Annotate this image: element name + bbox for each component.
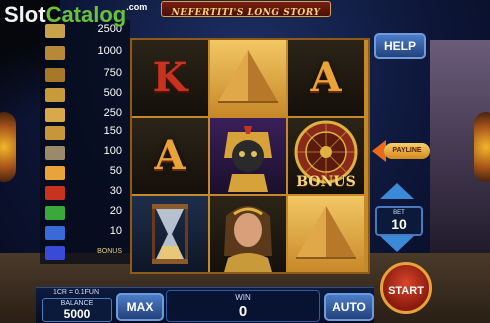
queen-icon xyxy=(210,196,286,272)
reel-grid: K A A BONUS xyxy=(130,38,370,274)
paytable-row: 50 xyxy=(40,164,130,182)
bottom-control-bar: 1CR = 0.1FUN BALANCE 5000 MAX WIN 0 AUTO xyxy=(36,287,374,323)
paytable-value: 250 xyxy=(103,107,122,119)
paytable-value: 50 xyxy=(109,165,122,177)
scarab-icon xyxy=(45,88,65,102)
paytable-value: 500 xyxy=(103,87,122,99)
reel-symbol-a: A xyxy=(132,118,208,194)
right-ornament-icon xyxy=(474,112,490,182)
paytable-value: 150 xyxy=(103,125,122,137)
balance-display: BALANCE 5000 xyxy=(42,298,112,322)
reel-symbol-a: A xyxy=(288,40,364,116)
paytable-value: 10 xyxy=(109,225,122,237)
win-value: 0 xyxy=(238,303,248,320)
hourglass-icon xyxy=(132,196,208,272)
watermark-logo: SlotCatalog.com xyxy=(4,2,147,28)
bet-display: BET 10 xyxy=(375,206,423,236)
start-button[interactable]: START xyxy=(380,262,432,314)
bet-value: 10 xyxy=(391,216,407,232)
payline-indicator[interactable]: PAYLINE xyxy=(372,140,430,162)
paytable-value: 1000 xyxy=(97,45,122,57)
paytable-row: 20 xyxy=(40,204,130,222)
pyramid-graphic xyxy=(296,206,356,259)
pharaoh-graphic xyxy=(224,126,272,192)
paytable-row: 10 xyxy=(40,224,130,242)
pyramid-icon xyxy=(210,40,286,116)
watermark-brand-b: Catalog xyxy=(45,2,127,27)
queen-graphic xyxy=(224,206,272,272)
win-display: WIN 0 xyxy=(166,290,320,322)
paytable-panel: 2500 1000 750 500 250 150 100 50 30 20 1… xyxy=(40,20,130,264)
paytable-row: 100 xyxy=(40,144,130,162)
letter-j-icon xyxy=(45,226,65,240)
bet-increase-button[interactable] xyxy=(380,183,414,199)
bet-decrease-button[interactable] xyxy=(380,236,414,252)
symbol-letter: A xyxy=(310,54,342,101)
sphinx-icon xyxy=(45,68,65,82)
autoplay-button[interactable]: AUTO xyxy=(324,293,374,321)
ankh-icon xyxy=(45,126,65,140)
paytable-row: 750 xyxy=(40,66,130,84)
pyramid-icon xyxy=(288,196,364,272)
paytable-row: BONUS xyxy=(40,244,130,262)
reel-symbol-k: K xyxy=(132,40,208,116)
paytable-value: 20 xyxy=(109,205,122,217)
credit-rate: 1CR = 0.1FUN xyxy=(52,289,100,296)
bonus-label: BONUS xyxy=(296,174,356,190)
pyramid-icon xyxy=(45,108,65,122)
watermark-suffix: .com xyxy=(126,2,148,12)
queen-icon xyxy=(45,46,65,60)
paytable-row: 500 xyxy=(40,86,130,104)
watermark-brand-a: Slot xyxy=(4,2,46,27)
win-label: WIN xyxy=(235,293,251,302)
paytable-value: BONUS xyxy=(97,248,122,255)
symbol-letter: K xyxy=(152,54,188,101)
letter-a-icon xyxy=(45,166,65,180)
bonus-icon xyxy=(45,246,65,260)
bonus-wheel-icon: BONUS xyxy=(288,118,364,194)
max-bet-button[interactable]: MAX xyxy=(116,293,164,321)
paytable-value: 100 xyxy=(103,145,122,157)
paytable-row: 250 xyxy=(40,106,130,124)
left-ornament-icon xyxy=(0,112,16,182)
paytable-value: 750 xyxy=(103,67,122,79)
paytable-row: 1000 xyxy=(40,44,130,62)
letter-q-icon xyxy=(45,206,65,220)
paytable-value: 30 xyxy=(109,185,122,197)
letter-k-icon xyxy=(45,186,65,200)
paytable-row: 30 xyxy=(40,184,130,202)
help-button[interactable]: HELP xyxy=(374,33,426,59)
pyramid-graphic xyxy=(218,50,278,103)
pharaoh-icon xyxy=(210,118,286,194)
game-title-banner: NEFERTITI'S LONG STORY xyxy=(161,1,331,18)
hourglass-graphic xyxy=(152,204,188,264)
balance-value: 5000 xyxy=(63,307,91,321)
hourglass-icon xyxy=(45,146,65,160)
game-title: NEFERTITI'S LONG STORY xyxy=(171,8,321,18)
symbol-letter: A xyxy=(154,132,186,179)
paytable-row: 150 xyxy=(40,124,130,142)
payline-label: PAYLINE xyxy=(384,143,430,159)
